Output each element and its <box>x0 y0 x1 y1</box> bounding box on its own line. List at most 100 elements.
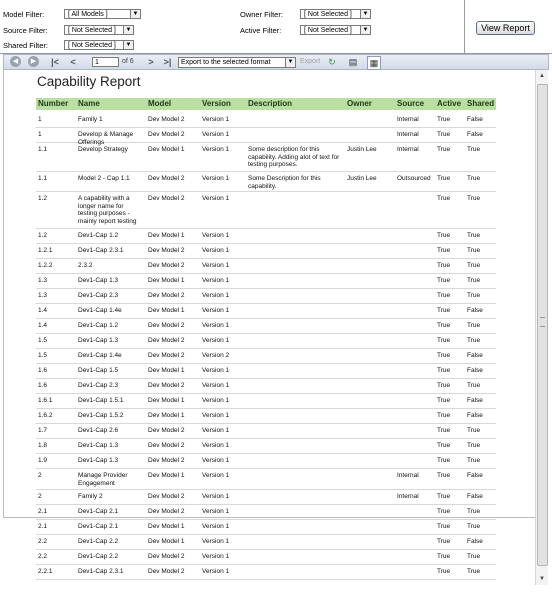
shared-filter-label: Shared Filter: <box>3 41 49 50</box>
cell-model: Dev Model 1 <box>148 472 185 479</box>
last-page-icon[interactable]: >| <box>161 56 174 68</box>
cell-version: Version 1 <box>202 508 230 515</box>
filter-divider <box>464 0 465 53</box>
previous-circle-icon[interactable]: ▶ <box>28 56 39 67</box>
cell-shared: True <box>467 523 481 530</box>
table-row: 2.2.1 Dev1-Cap 2.3.1 Dev Model 2 Version 1 T… <box>36 564 496 580</box>
first-page-button-icon[interactable]: |< <box>49 56 61 68</box>
cell-model: Dev Model 2 <box>148 427 185 434</box>
cell-name: Dev1-Cap 2.2 <box>78 538 119 545</box>
cell-source: Internal <box>397 472 419 479</box>
table-row: 1.2 A capability with a longer name for t… <box>36 191 496 229</box>
next-page-icon[interactable]: > <box>146 56 156 68</box>
cell-shared: True <box>467 337 481 344</box>
cell-active: True <box>437 457 451 464</box>
cell-name: Dev1-Cap 2.6 <box>78 427 119 434</box>
shared-filter-select[interactable]: [ Not Selected ] ▼ <box>64 40 134 50</box>
cell-name: 2.3.2 <box>78 262 93 269</box>
table-row: 1.2.1 Dev1-Cap 2.3.1 Dev Model 2 Version 1 T… <box>36 243 496 259</box>
table-row: 1.9 Dev1-Cap 1.3 Dev Model 2 Version 1 True T… <box>36 453 496 469</box>
table-row: 2.1 Dev1-Cap 2.1 Dev Model 1 Version 1 True T… <box>36 519 496 535</box>
previous-page-icon[interactable]: < <box>68 56 78 68</box>
view-report-button[interactable]: View Report <box>476 21 535 35</box>
active-filter-select[interactable]: [ Not Selected ] ▼ <box>300 25 371 35</box>
cell-number: 1.6 <box>38 367 48 374</box>
vertical-scrollbar[interactable]: ▲ ▼ <box>535 70 548 585</box>
cell-active: True <box>437 568 451 575</box>
export-link[interactable]: Export <box>300 58 320 65</box>
cell-active: True <box>437 412 451 419</box>
cell-model: Dev Model 2 <box>148 322 185 329</box>
column-header-shared: Shared <box>467 99 495 108</box>
cell-number: 1.6 <box>38 382 48 389</box>
scroll-thumb[interactable] <box>537 84 548 566</box>
scroll-down-arrow-icon[interactable]: ▼ <box>537 574 547 584</box>
cell-version: Version 1 <box>202 367 230 374</box>
cell-version: Version 1 <box>202 472 230 479</box>
cell-model: Dev Model 2 <box>148 247 185 254</box>
cell-number: 1.9 <box>38 457 48 464</box>
cell-number: 2.1 <box>38 523 48 530</box>
cell-number: 1.5 <box>38 352 48 359</box>
cell-description: Some description for this capability. Ad… <box>248 146 340 168</box>
cell-version: Version 1 <box>202 232 230 239</box>
cell-active: True <box>437 523 451 530</box>
cell-version: Version 1 <box>202 538 230 545</box>
active-filter-label: Active Filter: <box>240 26 282 35</box>
cell-number: 1.1 <box>38 175 48 182</box>
model-filter-value: [ All Models ] <box>68 11 108 18</box>
cell-name: Dev1-Cap 1.5.1 <box>78 397 124 404</box>
cell-source: Internal <box>397 116 419 123</box>
export-format-select[interactable]: Export to the selected format ▼ <box>178 57 296 68</box>
cell-name: Dev1-Cap 2.1 <box>78 508 119 515</box>
cell-active: True <box>437 146 451 153</box>
cell-shared: False <box>467 307 483 314</box>
cell-active: True <box>437 307 451 314</box>
cell-owner: Justin Lee <box>347 146 377 153</box>
table-row: 1.6 Dev1-Cap 2.3 Dev Model 2 Version 1 True T… <box>36 378 496 394</box>
cell-version: Version 1 <box>202 131 230 138</box>
scroll-up-arrow-icon[interactable]: ▲ <box>537 71 547 81</box>
page-number-input[interactable]: 1 <box>92 57 119 67</box>
cell-active: True <box>437 367 451 374</box>
owner-filter-label: Owner Filter: <box>240 10 283 19</box>
table-row: 1.1 Model 2 - Cap 1.1 Dev Model 2 Version 1… <box>36 171 496 192</box>
cell-shared: True <box>467 175 481 182</box>
column-header-name: Name <box>78 99 100 108</box>
table-row: 2 Manage Provider Engagement Dev Model 1 Ve… <box>36 468 496 490</box>
cell-shared: False <box>467 367 483 374</box>
cell-name: Family 2 <box>78 493 103 500</box>
cell-version: Version 1 <box>202 457 230 464</box>
cell-active: True <box>437 352 451 359</box>
export-format-value: Export to the selected format <box>181 59 271 66</box>
refresh-icon[interactable]: ↻ <box>326 56 338 68</box>
cell-active: True <box>437 538 451 545</box>
print-layout-icon[interactable]: ▦ <box>367 56 381 70</box>
print-icon[interactable]: ▤ <box>347 56 359 68</box>
cell-active: True <box>437 262 451 269</box>
dropdown-arrow-icon: ▼ <box>130 10 140 18</box>
cell-name: A capability with a longer name for test… <box>78 195 137 225</box>
column-header-owner: Owner <box>347 99 372 108</box>
cell-version: Version 1 <box>202 337 230 344</box>
source-filter-select[interactable]: [ Not Selected ] ▼ <box>64 25 134 35</box>
cell-model: Dev Model 2 <box>148 337 185 344</box>
cell-number: 1.8 <box>38 442 48 449</box>
cell-number: 1.5 <box>38 337 48 344</box>
model-filter-select[interactable]: [ All Models ] ▼ <box>64 9 141 19</box>
owner-filter-select[interactable]: [ Not Selected ] ▼ <box>300 9 371 19</box>
cell-name: Model 2 - Cap 1.1 <box>78 175 130 182</box>
first-page-icon[interactable]: ◀ <box>10 56 21 67</box>
cell-active: True <box>437 247 451 254</box>
cell-name: Dev1-Cap 1.3 <box>78 442 119 449</box>
cell-name: Dev1-Cap 2.1 <box>78 523 119 530</box>
cell-shared: False <box>467 412 483 419</box>
cell-active: True <box>437 116 451 123</box>
cell-number: 1.6.1 <box>38 397 53 404</box>
dropdown-arrow-icon: ▼ <box>123 41 133 49</box>
cell-shared: True <box>467 146 481 153</box>
cell-active: True <box>437 493 451 500</box>
active-filter-value: [ Not Selected ] <box>304 27 352 34</box>
cell-source: Internal <box>397 493 419 500</box>
table-header: Number Name Model Version Description Ow… <box>36 98 496 110</box>
